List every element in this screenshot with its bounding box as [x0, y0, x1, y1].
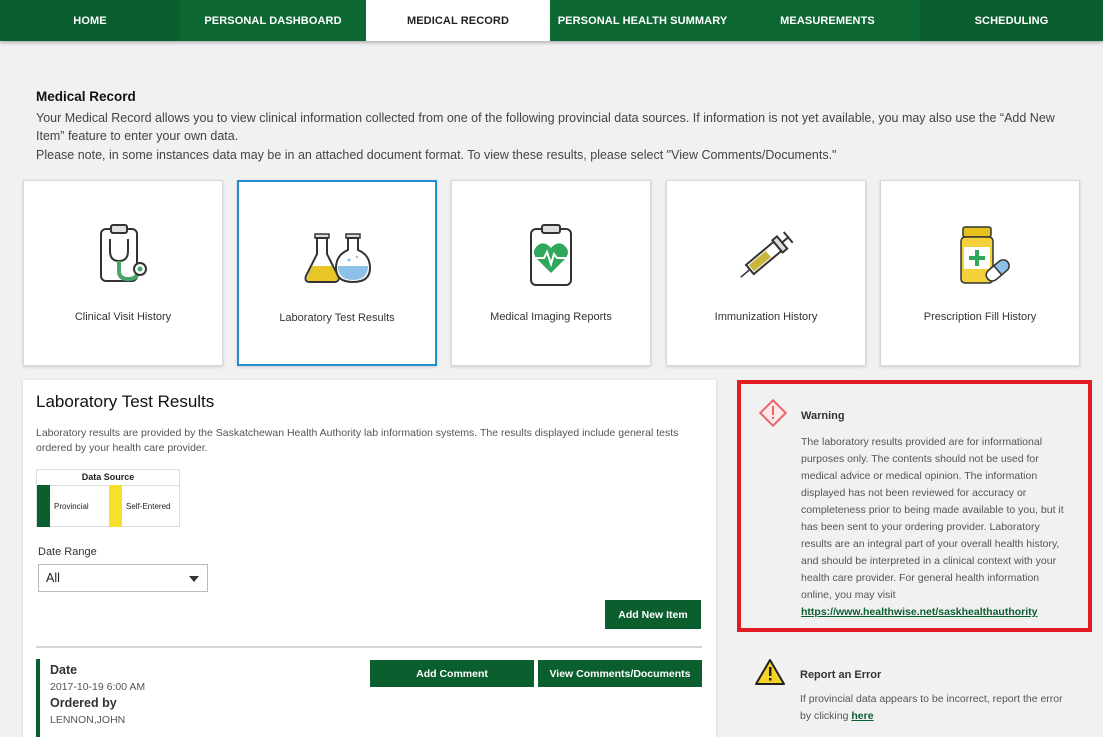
record-ordered-by-value: LENNON,JOHN [50, 714, 126, 726]
card-label: Immunization History [714, 311, 818, 323]
card-label: Laboratory Test Results [279, 312, 395, 324]
record-date-value: 2017-10-19 6:00 AM [50, 681, 146, 693]
card-immunization-history[interactable]: Immunization History [666, 180, 866, 366]
top-nav: HOME PERSONAL DASHBOARD MEDICAL RECORD P… [0, 0, 1103, 41]
clipboard-stethoscope-icon [24, 221, 222, 291]
nav-scheduling[interactable]: SCHEDULING [920, 0, 1103, 41]
nav-medical-record[interactable]: MEDICAL RECORD [366, 0, 550, 41]
card-prescription-fill-history[interactable]: Prescription Fill History [880, 180, 1080, 366]
report-error-title: Report an Error [800, 669, 882, 681]
record-ordered-by-label: Ordered by [50, 696, 117, 710]
date-range-label: Date Range [38, 546, 97, 558]
syringe-icon [667, 221, 865, 291]
lab-flasks-icon [239, 222, 435, 292]
legend-divider [37, 485, 179, 486]
panel-title: Laboratory Test Results [36, 392, 215, 411]
date-range-select[interactable]: All [38, 564, 208, 592]
warning-body: The laboratory results provided are for … [801, 436, 1064, 601]
nav-personal-dashboard[interactable]: PERSONAL DASHBOARD [180, 0, 366, 41]
card-medical-imaging-reports[interactable]: Medical Imaging Reports [451, 180, 651, 366]
card-label: Prescription Fill History [923, 311, 1037, 323]
card-clinical-visit-history[interactable]: Clinical Visit History [23, 180, 223, 366]
warning-diamond-icon [758, 398, 788, 433]
view-comments-documents-button[interactable]: View Comments/Documents [538, 660, 702, 687]
page-title: Medical Record [36, 89, 136, 104]
report-error-body: If provincial data appears to be incorre… [800, 693, 1063, 722]
card-laboratory-test-results[interactable]: Laboratory Test Results [237, 180, 437, 366]
intro-note: Please note, in some instances data may … [36, 147, 837, 162]
intro: Medical Record Your Medical Record allow… [36, 88, 1076, 164]
legend-provincial: Provincial [54, 502, 89, 511]
provincial-swatch [37, 485, 50, 527]
healthwise-link[interactable]: https://www.healthwise.net/saskhealthaut… [801, 606, 1038, 618]
warning-triangle-icon [754, 658, 786, 691]
section-divider [36, 646, 702, 648]
record-source-bar [36, 659, 40, 737]
pill-bottle-icon [881, 221, 1079, 291]
add-new-item-button[interactable]: Add New Item [605, 600, 701, 629]
warning-box: Warning The laboratory results provided … [737, 380, 1092, 632]
nav-personal-health-summary[interactable]: PERSONAL HEALTH SUMMARY [550, 0, 735, 41]
nav-measurements[interactable]: MEASUREMENTS [735, 0, 920, 41]
clipboard-heart-icon [452, 221, 650, 291]
lab-results-panel: Laboratory Test Results Laboratory resul… [23, 380, 716, 737]
warning-text: The laboratory results provided are for … [801, 434, 1071, 621]
card-label: Medical Imaging Reports [490, 311, 612, 323]
intro-text: Your Medical Record allows you to view c… [36, 110, 1055, 144]
date-range-value: All [46, 571, 60, 585]
record-date-label: Date [50, 663, 78, 677]
legend-title: Data Source [81, 472, 135, 482]
legend-self-entered: Self-Entered [126, 502, 171, 511]
self-entered-swatch [109, 485, 122, 527]
add-comment-button[interactable]: Add Comment [370, 660, 534, 687]
report-error-link[interactable]: here [851, 710, 873, 722]
nav-home[interactable]: HOME [0, 0, 180, 41]
panel-description: Laboratory results are provided by the S… [36, 427, 679, 454]
chevron-down-icon [189, 576, 199, 582]
warning-title: Warning [801, 410, 845, 422]
data-source-legend: Data Source Provincial Self-Entered [36, 469, 180, 527]
report-error-text: If provincial data appears to be incorre… [800, 691, 1070, 725]
card-label: Clinical Visit History [74, 311, 172, 323]
